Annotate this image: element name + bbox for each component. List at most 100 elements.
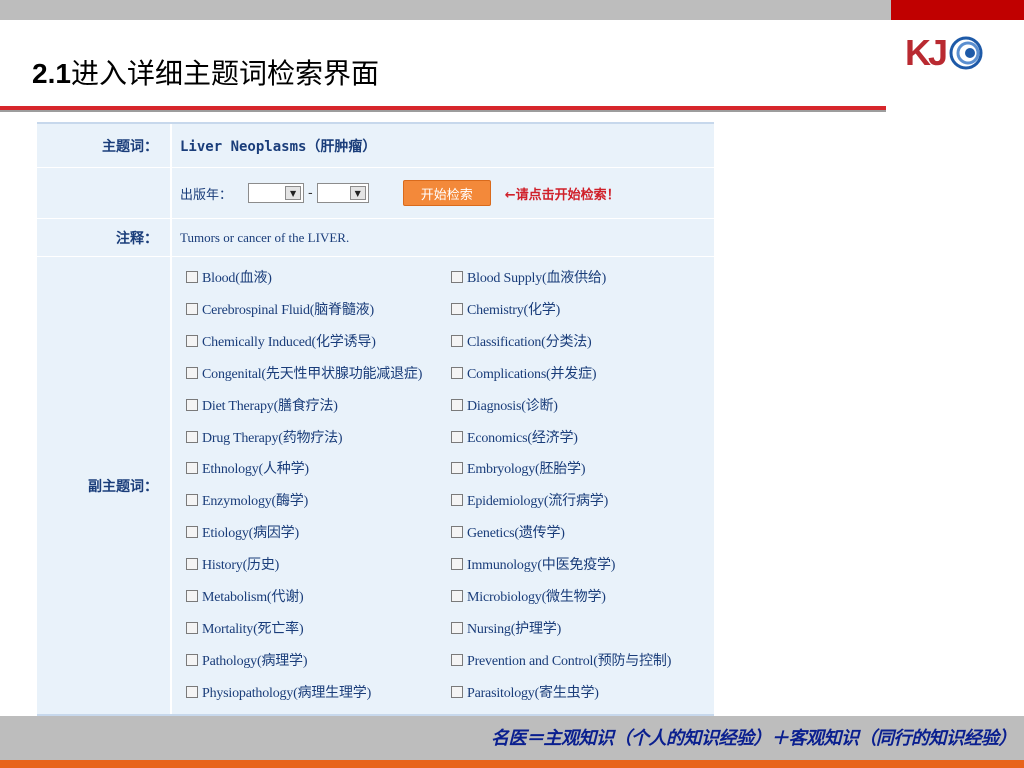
subheading-option[interactable]: Diagnosis(诊断) [451,395,558,415]
subheading-checkbox[interactable] [186,685,198,698]
subheading-checkbox[interactable] [451,526,463,539]
topic-label: 主题词： [37,124,172,167]
subheading-checkbox[interactable] [451,590,463,602]
subheading-checkbox[interactable] [451,621,463,634]
subheading-label: Nursing(护理学) [467,621,562,637]
subheading-label: Drug Therapy(药物疗法) [202,430,343,446]
subheading-label: Blood(血液) [202,271,272,286]
subheading-checkbox[interactable] [186,558,198,571]
subheading-option[interactable]: Epidemiology(流行病学) [451,490,608,510]
subheading-option[interactable]: Parasitology(寄生虫学) [451,682,599,702]
subheading-label: Parasitology(寄生虫学) [467,685,599,701]
top-gray-bar [0,0,891,20]
year-separator: - [308,185,313,201]
top-red-bar [891,0,1024,20]
subheading-label: Chemistry(化学) [467,302,561,318]
subheading-option[interactable]: Genetics(遗传学) [451,522,565,542]
subheading-checkbox[interactable] [186,334,198,347]
subheading-checkbox[interactable] [451,653,463,666]
slide-title-number: 2.1 [32,58,71,89]
start-search-button[interactable]: 开始检索 [402,180,491,206]
subheading-label: Microbiology(微生物学) [467,590,606,605]
subheading-option[interactable]: Classification(分类法) [451,331,592,351]
subheading-option[interactable]: Drug Therapy(药物疗法) [186,427,343,447]
subheading-label: Prevention and Control(预防与控制) [467,653,672,669]
logo-circle-icon [949,36,983,70]
subheading-option[interactable]: Diet Therapy(膳食疗法) [186,395,338,415]
subheading-checkbox[interactable] [186,590,198,602]
subheading-option[interactable]: Ethnology(人种学) [186,458,309,478]
topic-row: 主题词： Liver Neoplasms（肝肿瘤） [37,124,714,168]
chevron-down-icon[interactable]: ▼ [285,186,302,200]
subheading-label: Cerebrospinal Fluid(脑脊髓液) [202,302,374,318]
subheading-option[interactable]: Mortality(死亡率) [186,618,304,638]
subheading-checkbox[interactable] [451,462,463,475]
subheading-checkbox[interactable] [451,685,463,698]
subheading-option[interactable]: Chemically Induced(化学诱导) [186,331,376,351]
subheading-checkbox[interactable] [451,430,463,443]
title-underline-gray [0,110,886,112]
note-label: 注释： [37,219,172,256]
slide-title-text: 进入详细主题词检索界面 [70,57,379,90]
subheading-option[interactable]: Chemistry(化学) [451,299,560,319]
subheading-option[interactable]: Etiology(病因学) [186,522,299,542]
year-label-cell [37,168,172,218]
subheading-label: Enzymology(酶学) [202,494,309,510]
subheading-option[interactable]: Microbiology(微生物学) [451,586,606,606]
subheading-checkbox[interactable] [451,366,463,379]
subheading-checkbox[interactable] [186,653,198,666]
logo-text: KJ [905,32,948,73]
subheading-option[interactable]: Pathology(病理学) [186,650,308,670]
subheading-checkbox[interactable] [451,302,463,315]
subheading-option[interactable]: Enzymology(酶学) [186,490,308,510]
subheading-checkbox[interactable] [451,398,463,411]
subheading-checkbox[interactable] [186,526,198,539]
subheading-label: Chemically Induced(化学诱导) [202,334,376,350]
subheading-label: Complications(并发症) [467,366,597,382]
subheading-checkbox[interactable] [186,271,198,283]
subheading-checkbox[interactable] [186,398,198,411]
subheading-option[interactable]: History(历史) [186,554,279,574]
subheading-option[interactable]: Physiopathology(病理生理学) [186,682,371,702]
subheading-option[interactable]: Metabolism(代谢) [186,586,304,606]
subheading-option[interactable]: Embryology(胚胎学) [451,458,586,478]
subheading-option[interactable]: Cerebrospinal Fluid(脑脊髓液) [186,299,374,319]
subheading-checkbox[interactable] [451,494,463,507]
subject-search-panel: 主题词： Liver Neoplasms（肝肿瘤） 出版年： ▼ - ▼ 开始检… [37,122,714,716]
subheading-option[interactable]: Nursing(护理学) [451,618,561,638]
subheading-checkbox[interactable] [451,334,463,347]
slide-title: 2.1进入详细主题词检索界面 [32,52,379,96]
subheading-label: Diet Therapy(膳食疗法) [202,398,338,414]
subheading-option[interactable]: Blood(血液) [186,267,272,287]
subheadings-label: 副主题词： [37,257,172,714]
subheading-checkbox[interactable] [186,494,198,507]
year-from-select[interactable]: ▼ [248,183,305,203]
subheading-label: Epidemiology(流行病学) [467,494,609,510]
footer-slogan: 名医＝主观知识（个人的知识经验）＋客观知识（同行的知识经验） [491,728,1017,749]
chevron-down-icon[interactable]: ▼ [349,186,366,200]
year-row: 出版年： ▼ - ▼ 开始检索 ←请点击开始检索！ [37,168,714,219]
subheading-label: Classification(分类法) [467,334,592,350]
year-label: 出版年： [180,186,233,202]
subheading-option[interactable]: Immunology(中医免疫学) [451,554,615,574]
subheading-checkbox[interactable] [186,302,198,315]
subheading-checkbox[interactable] [186,462,198,475]
year-to-select[interactable]: ▼ [316,183,369,203]
subheading-checkbox[interactable] [451,558,463,571]
kj-logo: KJ [905,32,983,74]
subheading-option[interactable]: Blood Supply(血液供给) [451,267,606,287]
subheading-checkbox[interactable] [451,271,463,283]
subheading-option[interactable]: Prevention and Control(预防与控制) [451,650,671,670]
subheading-checkbox[interactable] [186,621,198,634]
subheading-checkbox[interactable] [186,366,198,379]
subheading-label: Economics(经济学) [467,430,578,446]
search-hint: ←请点击开始检索！ [504,187,620,203]
subheading-checkbox[interactable] [186,430,198,443]
subheading-option[interactable]: Congenital(先天性甲状腺功能减退症) [186,363,422,383]
topic-value: Liver Neoplasms（肝肿瘤） [180,138,377,155]
subheadings-row: 副主题词： Blood(血液) Blood Supply(血液供给) Cerebro… [37,257,714,714]
subheading-option[interactable]: Economics(经济学) [451,427,578,447]
subheading-option[interactable]: Complications(并发症) [451,363,597,383]
subheading-label: Congenital(先天性甲状腺功能减退症) [202,366,423,382]
note-row: 注释： Tumors or cancer of the LIVER. [37,219,714,257]
